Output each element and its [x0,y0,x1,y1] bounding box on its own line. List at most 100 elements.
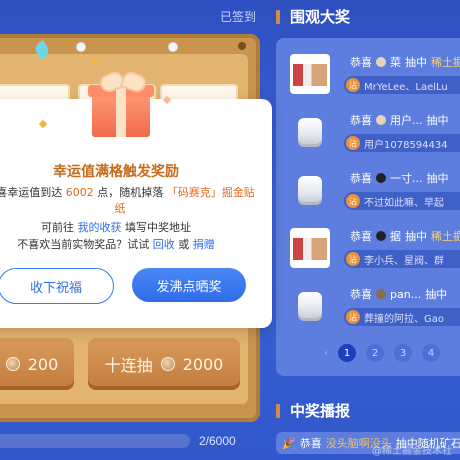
winner-username: 用户... [390,114,423,127]
ten-draw-button[interactable]: 十连抽 2000 [88,338,240,390]
winner-line: 恭喜 pan... 抽中 [350,286,447,302]
like-badge-icon: 沾 [346,136,360,150]
congrats-text: 恭喜 [350,114,372,127]
ore-icon [5,357,20,371]
single-draw-button[interactable]: 200 [0,338,74,390]
board-light [76,42,86,52]
like-badge-icon: 沾 [346,78,360,92]
recycle-or: 或 [178,238,190,251]
like-badge-icon: 沾 [346,194,360,208]
luck-progress-text: 2/6000 [199,434,236,448]
avatar [376,173,386,183]
recycle-link[interactable]: 回收 [153,238,175,251]
winner-line: 恭喜 据 抽中 稀土掘 [350,228,460,244]
modal-message: 恭喜幸运值到达 6002 点，随机掉落 「码赛克」掘金贴纸 [0,185,258,217]
winner-item[interactable]: 恭喜 据 抽中 稀土掘 沾 李小兵、星阀、群 [286,222,460,274]
winner-line: 恭喜 用户... 抽中 [350,112,449,128]
winner-item[interactable]: 恭喜 用户... 抽中 沾 用户1078594434 [286,106,460,158]
modal-title: 幸运值满格触发奖励 [53,164,179,180]
page-button-2[interactable]: 2 [366,344,384,362]
winner-action: 抽中 [425,288,448,301]
winners-list: 恭喜 菜 抽中 稀土掘 沾 MrYeLee、LaelLu 恭喜 用户... 抽中… [276,38,460,376]
sparkle-icon [38,119,48,129]
prize-thumbnail [290,170,330,210]
avatar [376,115,386,125]
avatar [376,57,386,67]
ten-draw-cost: 2000 [182,354,224,374]
winner-username: pan... [390,287,422,301]
confetti [92,58,98,64]
pagination: ‹ 1 2 3 4 [324,344,440,362]
winner-action: 抽中 [405,230,427,243]
broadcast-title-text: 中奖播报 [290,402,351,420]
page-button-3[interactable]: 3 [394,344,412,362]
hint-suffix: 填写中奖地址 [125,221,191,234]
like-badge-icon: 沾 [346,310,360,324]
winners-title-text: 围观大奖 [290,8,351,26]
likes-text: 用户1078594434 [364,139,448,151]
accept-blessing-button[interactable]: 收下祝福 [0,268,114,304]
ore-icon [160,357,175,371]
my-harvest-link[interactable]: 我的收获 [78,221,122,234]
ten-draw-label: 十连抽 [104,356,153,375]
broadcast-party-icon: 🎉 [282,436,296,450]
winner-prize: 稀土掘 [431,230,460,243]
page-button-1[interactable]: 1 [338,344,356,362]
winner-likes: 沾 不过如此嘛、早起 [344,192,460,210]
like-badge-icon: 沾 [346,252,360,266]
share-pin-button[interactable]: 发沸点晒奖 [132,268,246,302]
avatar [376,289,386,299]
winner-action: 抽中 [426,114,449,127]
signed-in-label: 已签到 [220,10,257,24]
message-mid: 点，随机掉落 [97,186,164,199]
modal-recycle-hint: 不喜欢当前实物奖品？试试 回收 或 捐赠 [0,236,272,252]
winner-prize: 稀土掘 [431,56,460,69]
hint-prefix: 可前往 [41,221,74,234]
winner-line: 恭喜 一寸... 抽中 [350,170,449,186]
single-draw-cost: 200 [27,354,59,374]
winner-likes: 沾 葬撞的阿拉、Gao [344,308,460,326]
watermark: @稀土掘金技术社区 [372,446,452,457]
winner-likes: 沾 用户1078594434 [344,134,460,152]
broadcast-congrats: 恭喜 [299,437,322,450]
winner-action: 抽中 [426,172,449,185]
winner-line: 恭喜 菜 抽中 稀土掘 [350,54,460,70]
prev-page-icon[interactable]: ‹ [324,348,328,359]
winner-username: 据 [390,230,401,243]
congrats-text: 恭喜 [350,56,372,69]
board-light [168,42,178,52]
winner-likes: 沾 MrYeLee、LaelLu [344,76,460,94]
prize-thumbnail [290,228,330,268]
board-bolt [238,42,246,50]
likes-text: 葬撞的阿拉、Gao [364,313,444,325]
congrats-text: 恭喜 [350,230,372,243]
reward-modal: 幸运值满格触发奖励 恭喜幸运值到达 6002 点，随机掉落 「码赛克」掘金贴纸 … [0,69,272,328]
winner-username: 菜 [390,56,401,69]
likes-text: 李小兵、星阀、群 [364,255,444,267]
winner-item[interactable]: 恭喜 pan... 抽中 沾 葬撞的阿拉、Gao [286,280,460,332]
winner-action: 抽中 [405,56,427,69]
winners-area: 围观大奖 恭喜 菜 抽中 稀土掘 沾 MrYeLee、LaelLu 恭喜 用户.… [272,0,460,460]
winner-item[interactable]: 恭喜 一寸... 抽中 沾 不过如此嘛、早起 [286,164,460,216]
congrats-text: 恭喜 [350,288,372,301]
broadcast-section-title: 中奖播报 [276,400,350,421]
luck-progress-bar [0,434,190,448]
donate-link[interactable]: 捐赠 [193,238,215,251]
title-flag-icon [276,403,280,418]
lottery-page: 已签到 200 十连抽 2000 2/6000 围观大奖 恭喜 菜 抽中 稀土掘… [0,0,460,460]
prize-thumbnail [290,286,330,326]
prize-thumbnail [290,54,330,94]
winner-username: 一寸... [390,172,423,185]
winners-section-title: 围观大奖 [276,6,350,27]
avatar [376,231,386,241]
page-button-4[interactable]: 4 [422,344,440,362]
winner-item[interactable]: 恭喜 菜 抽中 稀土掘 沾 MrYeLee、LaelLu [286,48,460,100]
title-flag-icon [276,9,280,24]
likes-text: 不过如此嘛、早起 [364,197,444,209]
recycle-prefix: 不喜欢当前实物奖品？试试 [17,238,150,251]
likes-text: MrYeLee、LaelLu [364,81,448,93]
prize-thumbnail [290,112,330,152]
luck-value: 6002 [65,186,94,199]
congrats-text: 恭喜 [350,172,372,185]
modal-address-hint: 可前往 我的收获 填写中奖地址 [0,219,272,235]
